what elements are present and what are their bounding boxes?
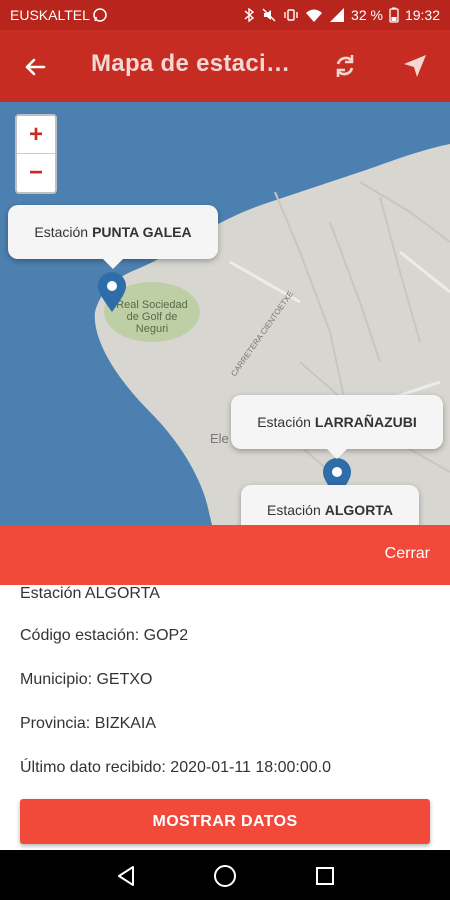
back-arrow-icon[interactable] [20, 52, 50, 82]
station-municipality: Municipio: GETXO [20, 671, 153, 688]
popup-prefix: Estación [34, 224, 89, 240]
zoom-out-button[interactable]: − [17, 153, 55, 191]
recents-square-icon[interactable] [312, 863, 338, 889]
map-view[interactable]: Real Sociedad de Golf de Neguri CARRETER… [0, 102, 450, 525]
popup-station-name: ALGORTA [324, 502, 393, 518]
show-data-button[interactable]: MOSTRAR DATOS [20, 799, 430, 844]
vibrate-icon [283, 7, 299, 23]
station-title: Estación ALGORTA [20, 585, 160, 602]
station-popup-larranazubi[interactable]: Estación LARRAÑAZUBI [231, 395, 443, 459]
status-bar: EUSKALTEL 32 % 19:32 [0, 0, 450, 30]
home-circle-icon[interactable] [212, 863, 238, 889]
zoom-controls: + − [15, 114, 57, 194]
refresh-icon[interactable] [330, 51, 360, 81]
station-last-data: Último dato recibido: 2020-01-11 18:00:0… [20, 759, 332, 776]
wifi-icon [305, 7, 323, 23]
popup-station-name: LARRAÑAZUBI [314, 414, 417, 430]
app-bar: Mapa de estaciones [0, 30, 450, 102]
location-arrow-icon[interactable] [400, 51, 430, 81]
popup-prefix: Estación [267, 502, 321, 518]
golf-label-line2: de Golf de [127, 311, 178, 323]
detail-panel-header: Cerrar [0, 525, 450, 585]
station-popup-punta-galea[interactable]: Estación PUNTA GALEA [8, 205, 218, 269]
zoom-in-button[interactable]: + [17, 116, 55, 153]
back-triangle-icon[interactable] [113, 863, 139, 889]
station-province: Provincia: BIZKAIA [20, 715, 157, 732]
battery-label: 32 % [351, 7, 383, 23]
popup-station-name: PUNTA GALEA [92, 224, 192, 240]
place-label: Ele [210, 431, 229, 446]
golf-label-line3: Neguri [136, 323, 168, 335]
popup-prefix: Estación [257, 414, 311, 430]
station-marker-punta-galea[interactable] [98, 272, 126, 312]
signal-icon [329, 7, 345, 23]
time-label: 19:32 [404, 7, 440, 23]
page-title: Mapa de estaciones [91, 50, 291, 77]
mute-icon [261, 7, 277, 23]
whatsapp-icon [92, 7, 108, 23]
bluetooth-icon [243, 7, 255, 23]
station-code: Código estación: GOP2 [20, 627, 189, 644]
battery-icon [389, 7, 399, 23]
map-tiles: Real Sociedad de Golf de Neguri CARRETER… [0, 102, 450, 525]
golf-label-line1: Real Sociedad [116, 299, 188, 311]
system-nav-bar [0, 850, 450, 900]
carrier-label: EUSKALTEL [10, 7, 90, 23]
close-button[interactable]: Cerrar [385, 545, 430, 563]
